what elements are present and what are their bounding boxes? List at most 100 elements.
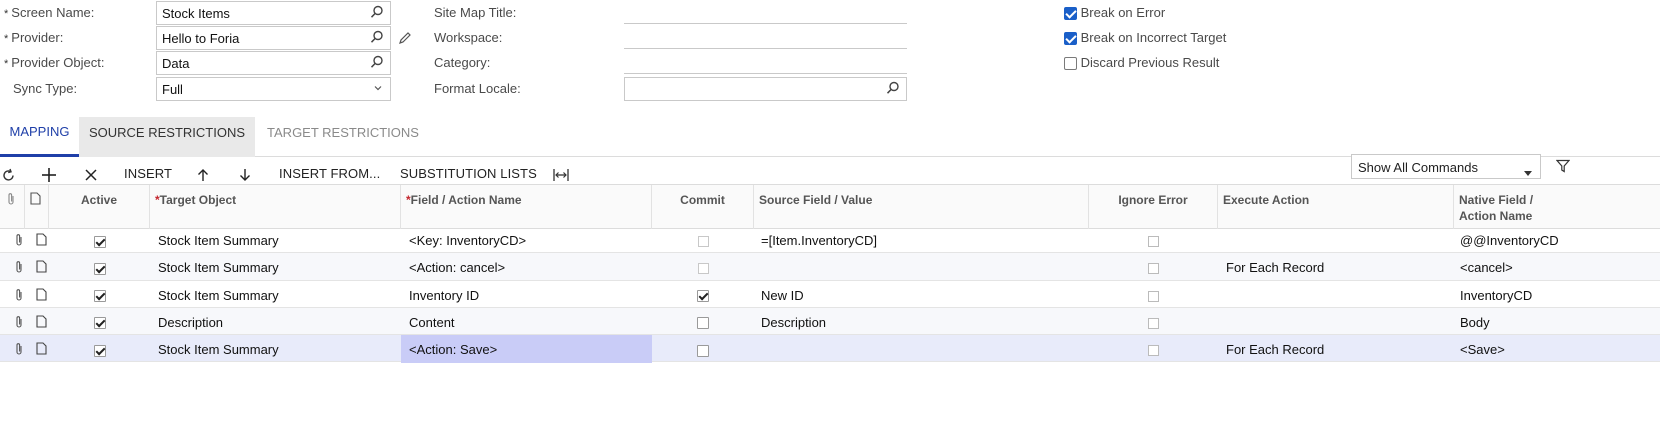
category-field[interactable] (624, 73, 907, 74)
insert-button[interactable]: INSERT (124, 166, 172, 181)
show-commands-select[interactable]: Show All Commands (1351, 154, 1541, 179)
active-checkbox[interactable] (93, 344, 106, 357)
tab-target-restrictions[interactable]: TARGET RESTRICTIONS (256, 117, 430, 157)
source-field-cell[interactable]: Description (754, 308, 1089, 336)
target-object-cell[interactable]: Stock Item Summary (153, 335, 401, 363)
ignore-error-cell[interactable] (1089, 253, 1218, 281)
move-down-icon[interactable] (239, 168, 251, 185)
source-field-cell[interactable] (754, 335, 1089, 363)
table-row[interactable]: Stock Item Summary <Action: cancel> For Ea… (0, 253, 1660, 281)
note-icon[interactable] (31, 335, 49, 363)
search-icon[interactable] (370, 5, 384, 22)
source-field-cell[interactable]: =[Item.InventoryCD] (754, 226, 1089, 254)
active-checkbox[interactable] (93, 262, 106, 275)
attachment-icon[interactable] (8, 335, 25, 363)
field-action-cell[interactable]: <Key: InventoryCD> (401, 226, 652, 254)
active-checkbox-cell[interactable] (49, 308, 150, 336)
native-field-cell[interactable]: Body (1454, 308, 1660, 336)
header-ignore-error[interactable]: Ignore Error (1089, 185, 1218, 229)
active-checkbox[interactable] (93, 317, 106, 330)
break-on-error-option[interactable]: Break on Error (1064, 5, 1165, 21)
commit-checkbox-cell[interactable] (652, 335, 754, 363)
header-active[interactable]: Active (49, 185, 150, 229)
native-field-cell[interactable]: <cancel> (1454, 253, 1660, 281)
ignore-error-checkbox[interactable] (1148, 345, 1159, 357)
field-action-cell[interactable]: Content (401, 308, 652, 336)
execute-action-cell[interactable] (1218, 281, 1454, 309)
active-checkbox-cell[interactable] (49, 281, 150, 309)
source-field-cell[interactable]: New ID (754, 281, 1089, 309)
field-action-cell[interactable]: <Action: cancel> (401, 253, 652, 281)
target-object-cell[interactable]: Stock Item Summary (153, 226, 401, 254)
active-checkbox[interactable] (93, 290, 106, 303)
commit-checkbox-cell[interactable] (652, 253, 754, 281)
table-row[interactable]: Description Content Description Body (0, 307, 1660, 336)
edit-pencil-icon[interactable] (398, 31, 412, 48)
break-on-target-option[interactable]: Break on Incorrect Target (1064, 30, 1226, 46)
commit-checkbox-cell[interactable] (652, 281, 754, 309)
break-on-error-checkbox[interactable] (1064, 7, 1077, 21)
workspace-field[interactable] (624, 48, 907, 49)
ignore-error-cell[interactable] (1089, 335, 1218, 363)
commit-checkbox[interactable] (697, 263, 709, 275)
attachment-icon[interactable] (8, 253, 25, 281)
tab-mapping[interactable]: MAPPING (0, 117, 79, 157)
sync-type-select[interactable]: Full (156, 77, 391, 101)
active-checkbox-cell[interactable] (49, 226, 150, 254)
header-commit[interactable]: Commit (652, 185, 754, 229)
commit-checkbox-cell[interactable] (652, 308, 754, 336)
ignore-error-checkbox[interactable] (1148, 263, 1159, 275)
move-up-icon[interactable] (197, 168, 209, 185)
native-field-cell[interactable]: <Save> (1454, 335, 1660, 363)
header-source-field[interactable]: Source Field / Value (754, 185, 1089, 229)
header-target-object[interactable]: *Target Object (150, 185, 401, 229)
header-execute-action[interactable]: Execute Action (1218, 185, 1454, 229)
substitution-lists-button[interactable]: SUBSTITUTION LISTS (400, 166, 537, 181)
ignore-error-cell[interactable] (1089, 281, 1218, 309)
note-icon[interactable] (31, 281, 49, 309)
table-row[interactable]: Stock Item Summary <Key: InventoryCD> =[It… (0, 226, 1660, 254)
insert-from-button[interactable]: INSERT FROM... (279, 166, 380, 181)
format-locale-field[interactable] (624, 77, 907, 101)
search-icon[interactable] (886, 81, 900, 98)
execute-action-cell[interactable]: For Each Record (1218, 253, 1454, 281)
table-row[interactable]: Stock Item Summary Inventory ID New ID Inve… (0, 281, 1660, 308)
discard-previous-checkbox[interactable] (1064, 57, 1077, 71)
commit-checkbox[interactable] (697, 344, 709, 357)
field-action-cell[interactable]: Inventory ID (401, 281, 652, 309)
attachment-icon[interactable] (8, 308, 25, 336)
provider-field[interactable]: Hello to Foria (156, 26, 391, 50)
active-checkbox-cell[interactable] (49, 335, 150, 363)
target-object-cell[interactable]: Description (153, 308, 401, 336)
target-object-cell[interactable]: Stock Item Summary (153, 281, 401, 309)
ignore-error-cell[interactable] (1089, 226, 1218, 254)
active-checkbox[interactable] (93, 235, 106, 248)
fit-columns-icon[interactable] (553, 168, 569, 185)
source-field-cell[interactable] (754, 253, 1089, 281)
commit-checkbox[interactable] (697, 290, 709, 303)
discard-previous-option[interactable]: Discard Previous Result (1064, 55, 1219, 71)
site-map-title-field[interactable] (624, 23, 907, 24)
screen-name-field[interactable]: Stock Items (156, 1, 391, 25)
active-checkbox-cell[interactable] (49, 253, 150, 281)
break-on-target-checkbox[interactable] (1064, 32, 1077, 46)
native-field-cell[interactable]: InventoryCD (1454, 281, 1660, 309)
ignore-error-checkbox[interactable] (1148, 236, 1159, 248)
provider-object-field[interactable]: Data (156, 51, 391, 75)
execute-action-cell[interactable]: For Each Record (1218, 335, 1454, 363)
note-icon[interactable] (31, 308, 49, 336)
note-icon[interactable] (31, 226, 49, 254)
search-icon[interactable] (370, 55, 384, 72)
filter-icon[interactable] (1555, 159, 1571, 176)
commit-checkbox[interactable] (697, 236, 709, 248)
commit-checkbox-cell[interactable] (652, 226, 754, 254)
attachment-icon[interactable] (8, 226, 25, 254)
execute-action-cell[interactable] (1218, 308, 1454, 336)
header-field-action-name[interactable]: *Field / Action Name (401, 185, 652, 229)
execute-action-cell[interactable] (1218, 226, 1454, 254)
ignore-error-checkbox[interactable] (1148, 290, 1159, 302)
native-field-cell[interactable]: @@InventoryCD (1454, 226, 1660, 254)
header-native-field[interactable]: Native Field / Action Name (1454, 185, 1660, 229)
target-object-cell[interactable]: Stock Item Summary (153, 253, 401, 281)
field-action-cell[interactable]: <Action: Save> (401, 335, 652, 364)
